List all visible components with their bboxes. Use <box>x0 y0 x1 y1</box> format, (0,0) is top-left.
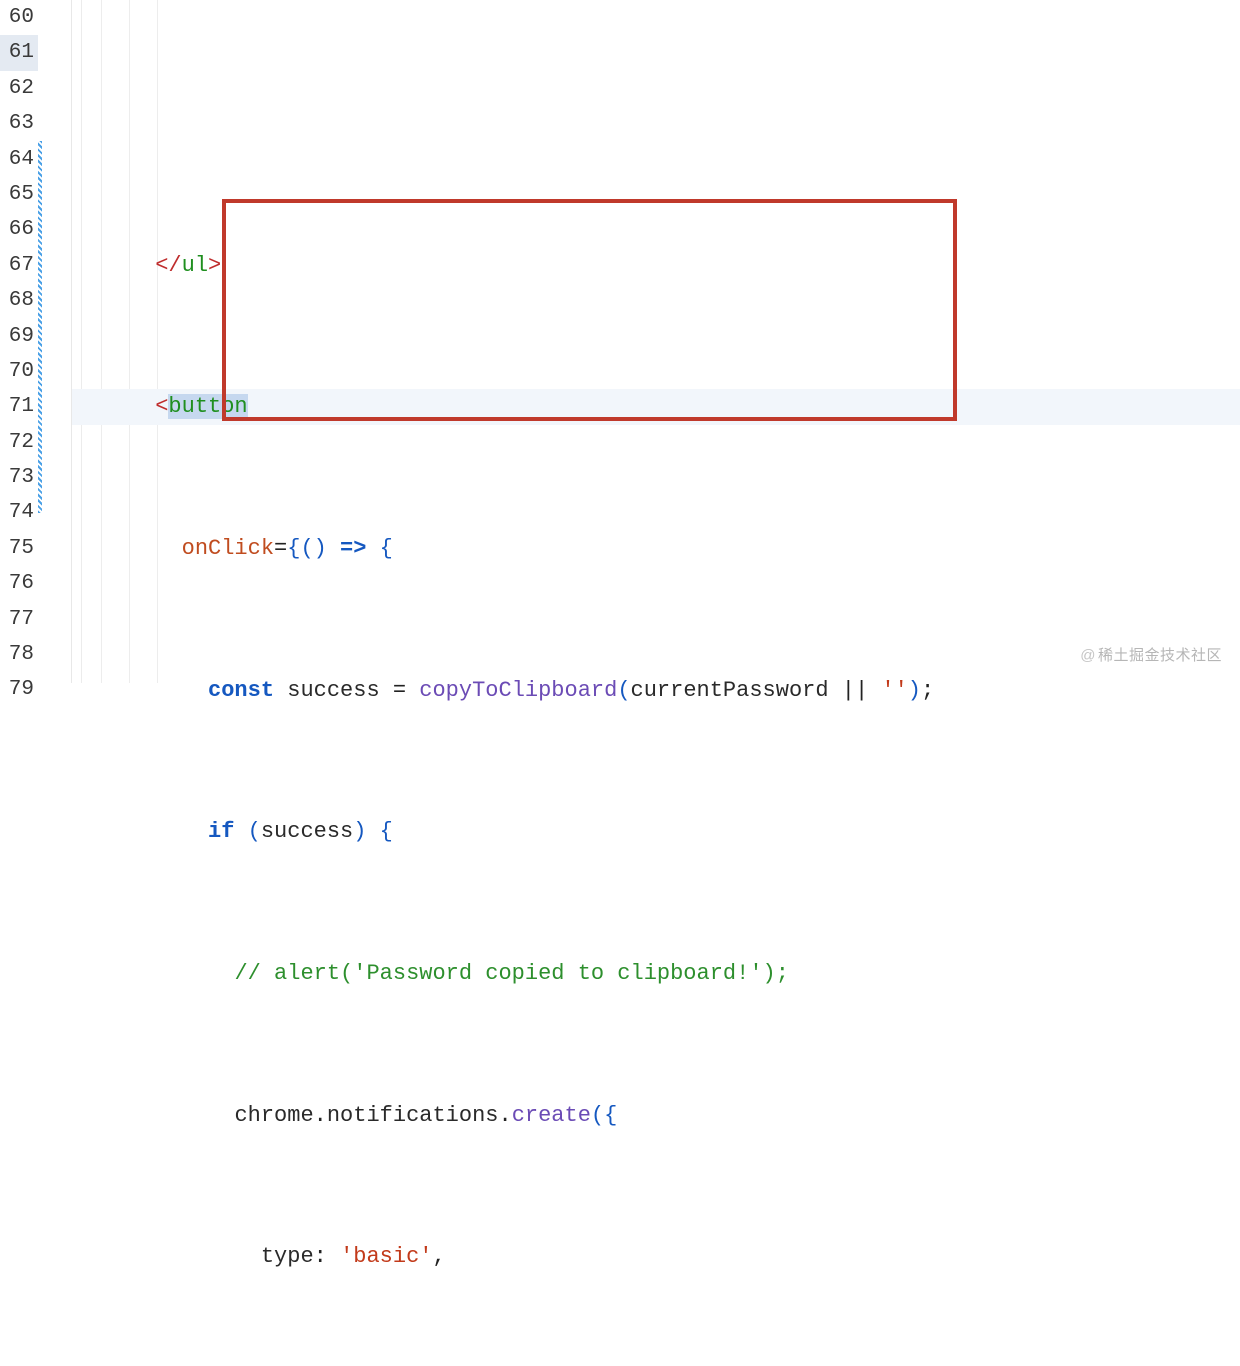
line-number: 67 <box>0 248 38 283</box>
at-icon: @ <box>1080 647 1096 664</box>
line-number: 73 <box>0 460 38 495</box>
line-number: 77 <box>0 602 38 637</box>
watermark-text: 稀土掘金技术社区 <box>1098 647 1222 664</box>
tag-name: button <box>168 394 247 419</box>
code-line[interactable]: type: 'basic', <box>72 1239 1240 1274</box>
line-number: 64 <box>0 142 38 177</box>
line-number: 70 <box>0 354 38 389</box>
line-number: 68 <box>0 283 38 318</box>
line-number: 78 <box>0 637 38 672</box>
line-number: 66 <box>0 212 38 247</box>
watermark: @稀土掘金技术社区 <box>1080 644 1222 665</box>
line-number: 60 <box>0 0 38 35</box>
tag-name: ul <box>182 253 208 278</box>
code-line[interactable]: <button <box>72 389 1240 424</box>
code-line[interactable]: if (success) { <box>72 814 1240 849</box>
line-number: 74 <box>0 495 38 530</box>
tag-punct: < <box>155 394 168 419</box>
line-number: 61 <box>0 35 38 70</box>
annotation-highlight-box <box>222 199 957 421</box>
jsx-attr: onClick <box>182 536 274 561</box>
line-number: 75 <box>0 531 38 566</box>
code-area[interactable]: </ul> <button onClick={() => { const suc… <box>72 0 1240 683</box>
code-line[interactable]: // alert('Password copied to clipboard!'… <box>72 956 1240 991</box>
fold-gutter <box>42 0 72 683</box>
line-number: 79 <box>0 672 38 707</box>
line-number: 63 <box>0 106 38 141</box>
tag-punct: </ <box>155 253 181 278</box>
line-number: 76 <box>0 566 38 601</box>
comment: // alert('Password copied to clipboard!'… <box>234 961 789 986</box>
code-line[interactable]: onClick={() => { <box>72 531 1240 566</box>
code-line[interactable]: </ul> <box>72 248 1240 283</box>
line-number: 72 <box>0 425 38 460</box>
code-line[interactable]: const success = copyToClipboard(currentP… <box>72 673 1240 708</box>
code-editor[interactable]: 60 61 62 63 64 65 66 67 68 69 70 71 72 7… <box>0 0 1240 683</box>
line-number: 62 <box>0 71 38 106</box>
line-number-gutter: 60 61 62 63 64 65 66 67 68 69 70 71 72 7… <box>0 0 38 683</box>
line-number: 69 <box>0 319 38 354</box>
line-number: 71 <box>0 389 38 424</box>
code-line[interactable]: chrome.notifications.create({ <box>72 1098 1240 1133</box>
line-number: 65 <box>0 177 38 212</box>
tag-punct: > <box>208 253 221 278</box>
